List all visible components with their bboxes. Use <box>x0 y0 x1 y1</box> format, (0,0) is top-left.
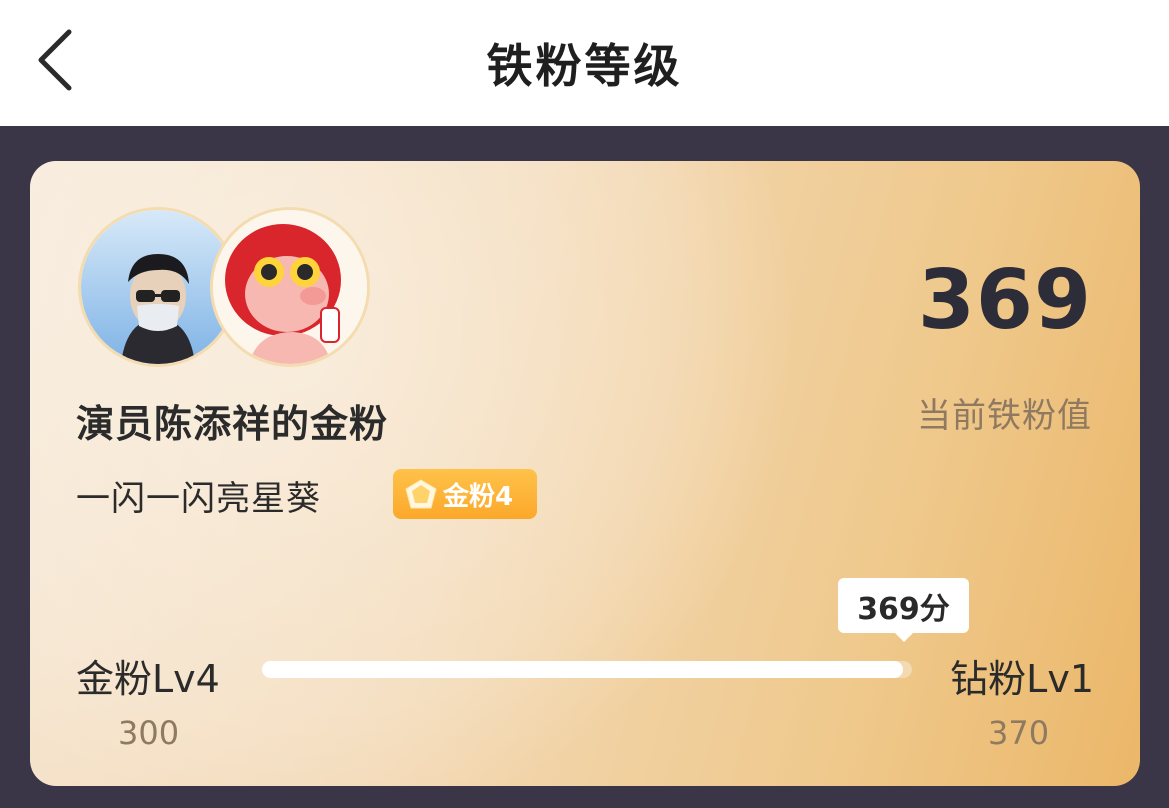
current-level-label: 金粉Lv4 <box>76 657 220 701</box>
progress-max-value: 370 <box>988 714 1050 752</box>
progress-min-value: 300 <box>118 714 180 752</box>
level-progress-bar <box>262 661 912 678</box>
star-avatar[interactable] <box>210 207 370 367</box>
fan-title: 演员陈添祥的金粉 <box>76 402 389 446</box>
header-bar: 铁粉等级 <box>0 0 1169 126</box>
score-tooltip: 369分 <box>838 578 969 633</box>
page-title: 铁粉等级 <box>486 39 683 93</box>
level-progress-fill <box>262 661 903 678</box>
next-level-label: 钻粉Lv1 <box>950 657 1094 701</box>
nickname: 一闪一闪亮星葵 <box>76 479 321 519</box>
badge-label: 金粉4 <box>443 481 514 512</box>
fan-level-badge: 金粉4 <box>393 469 537 519</box>
diamond-icon <box>405 479 437 509</box>
current-score: 369 <box>917 253 1092 348</box>
tooltip-arrow <box>893 631 915 642</box>
fan-level-card: 演员陈添祥的金粉 一闪一闪亮星葵 金粉4 369 当前铁粉值 369分 金粉Lv… <box>30 161 1140 786</box>
score-label: 当前铁粉值 <box>917 396 1092 436</box>
